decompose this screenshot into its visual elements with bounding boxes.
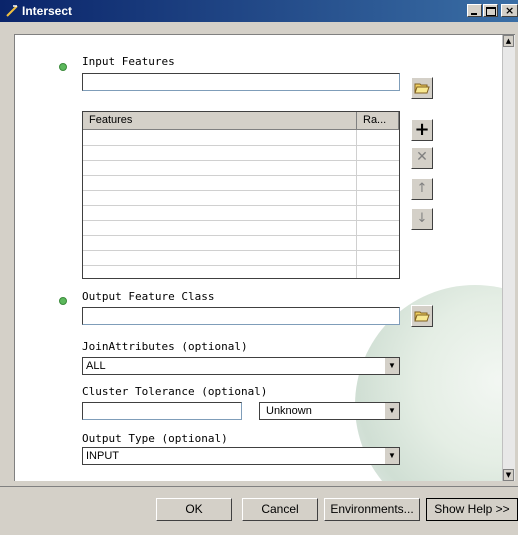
move-down-button[interactable]: ↓ — [411, 208, 433, 230]
dialog-footer: OK Cancel Environments... Show Help >> — [0, 486, 518, 535]
open-folder-icon — [414, 311, 430, 322]
features-column-header[interactable]: Features — [83, 112, 357, 129]
table-row[interactable] — [83, 235, 399, 251]
show-help-button[interactable]: Show Help >> — [426, 498, 518, 521]
join-attributes-select[interactable]: ALL ▼ — [82, 357, 400, 375]
output-type-select[interactable]: INPUT ▼ — [82, 447, 400, 465]
chevron-down-icon[interactable]: ▼ — [384, 358, 399, 374]
remove-row-button[interactable]: ✕ — [411, 147, 433, 169]
arrow-up-icon: ↑ — [416, 181, 428, 196]
input-features-field[interactable] — [82, 73, 400, 91]
x-icon: ✕ — [416, 149, 428, 165]
ok-button[interactable]: OK — [156, 498, 232, 521]
input-features-label: Input Features — [82, 55, 175, 68]
cluster-tolerance-label: Cluster Tolerance (optional) — [82, 385, 268, 398]
table-row[interactable] — [83, 160, 399, 176]
scroll-down-button[interactable]: ▼ — [503, 469, 514, 481]
rank-column-header[interactable]: Ra... — [357, 112, 399, 129]
table-row[interactable] — [83, 145, 399, 161]
browse-input-button[interactable] — [411, 77, 433, 99]
cluster-tolerance-unit-select[interactable]: Unknown ▼ — [259, 402, 400, 420]
chevron-down-icon[interactable]: ▼ — [384, 448, 399, 464]
close-button[interactable]: × — [501, 4, 518, 17]
browse-output-button[interactable] — [411, 305, 433, 327]
table-row[interactable] — [83, 130, 399, 146]
table-row[interactable] — [83, 190, 399, 206]
move-up-button[interactable]: ↑ — [411, 178, 433, 200]
title-bar[interactable]: Intersect × — [0, 0, 518, 22]
cluster-tolerance-unit-value: Unknown — [266, 405, 312, 417]
table-row[interactable] — [83, 250, 399, 266]
open-folder-icon — [414, 83, 430, 94]
table-row[interactable] — [83, 265, 399, 278]
scroll-up-button[interactable]: ▲ — [503, 35, 514, 47]
maximize-button[interactable] — [483, 4, 498, 17]
table-row[interactable] — [83, 175, 399, 191]
output-type-value: INPUT — [86, 450, 119, 462]
required-indicator — [59, 297, 67, 305]
join-attributes-value: ALL — [86, 360, 106, 372]
join-attributes-label: JoinAttributes (optional) — [82, 340, 248, 353]
close-icon: × — [505, 4, 515, 17]
chevron-down-icon[interactable]: ▼ — [384, 403, 399, 419]
features-table[interactable]: Features Ra... — [82, 111, 400, 279]
arrow-down-icon: ↓ — [416, 211, 428, 226]
table-row[interactable] — [83, 220, 399, 236]
tool-icon — [6, 5, 18, 17]
minimize-button[interactable] — [467, 4, 482, 17]
parameters-panel: ▲ ▼ Input Features Features Ra... + ✕ ↑ … — [14, 34, 515, 481]
intersect-dialog: Intersect × ▲ ▼ Input Features Features … — [0, 0, 518, 535]
output-type-label: Output Type (optional) — [82, 432, 228, 445]
table-row[interactable] — [83, 205, 399, 221]
output-feature-class-field[interactable] — [82, 307, 400, 325]
vertical-scrollbar[interactable]: ▲ ▼ — [502, 35, 515, 481]
cancel-button[interactable]: Cancel — [242, 498, 318, 521]
table-header: Features Ra... — [83, 112, 399, 130]
window-title: Intersect — [22, 4, 73, 18]
output-feature-class-label: Output Feature Class — [82, 290, 215, 303]
plus-icon: + — [414, 119, 430, 140]
add-row-button[interactable]: + — [411, 119, 433, 141]
environments-button[interactable]: Environments... — [324, 498, 420, 521]
cluster-tolerance-field[interactable] — [82, 402, 242, 420]
required-indicator — [59, 63, 67, 71]
